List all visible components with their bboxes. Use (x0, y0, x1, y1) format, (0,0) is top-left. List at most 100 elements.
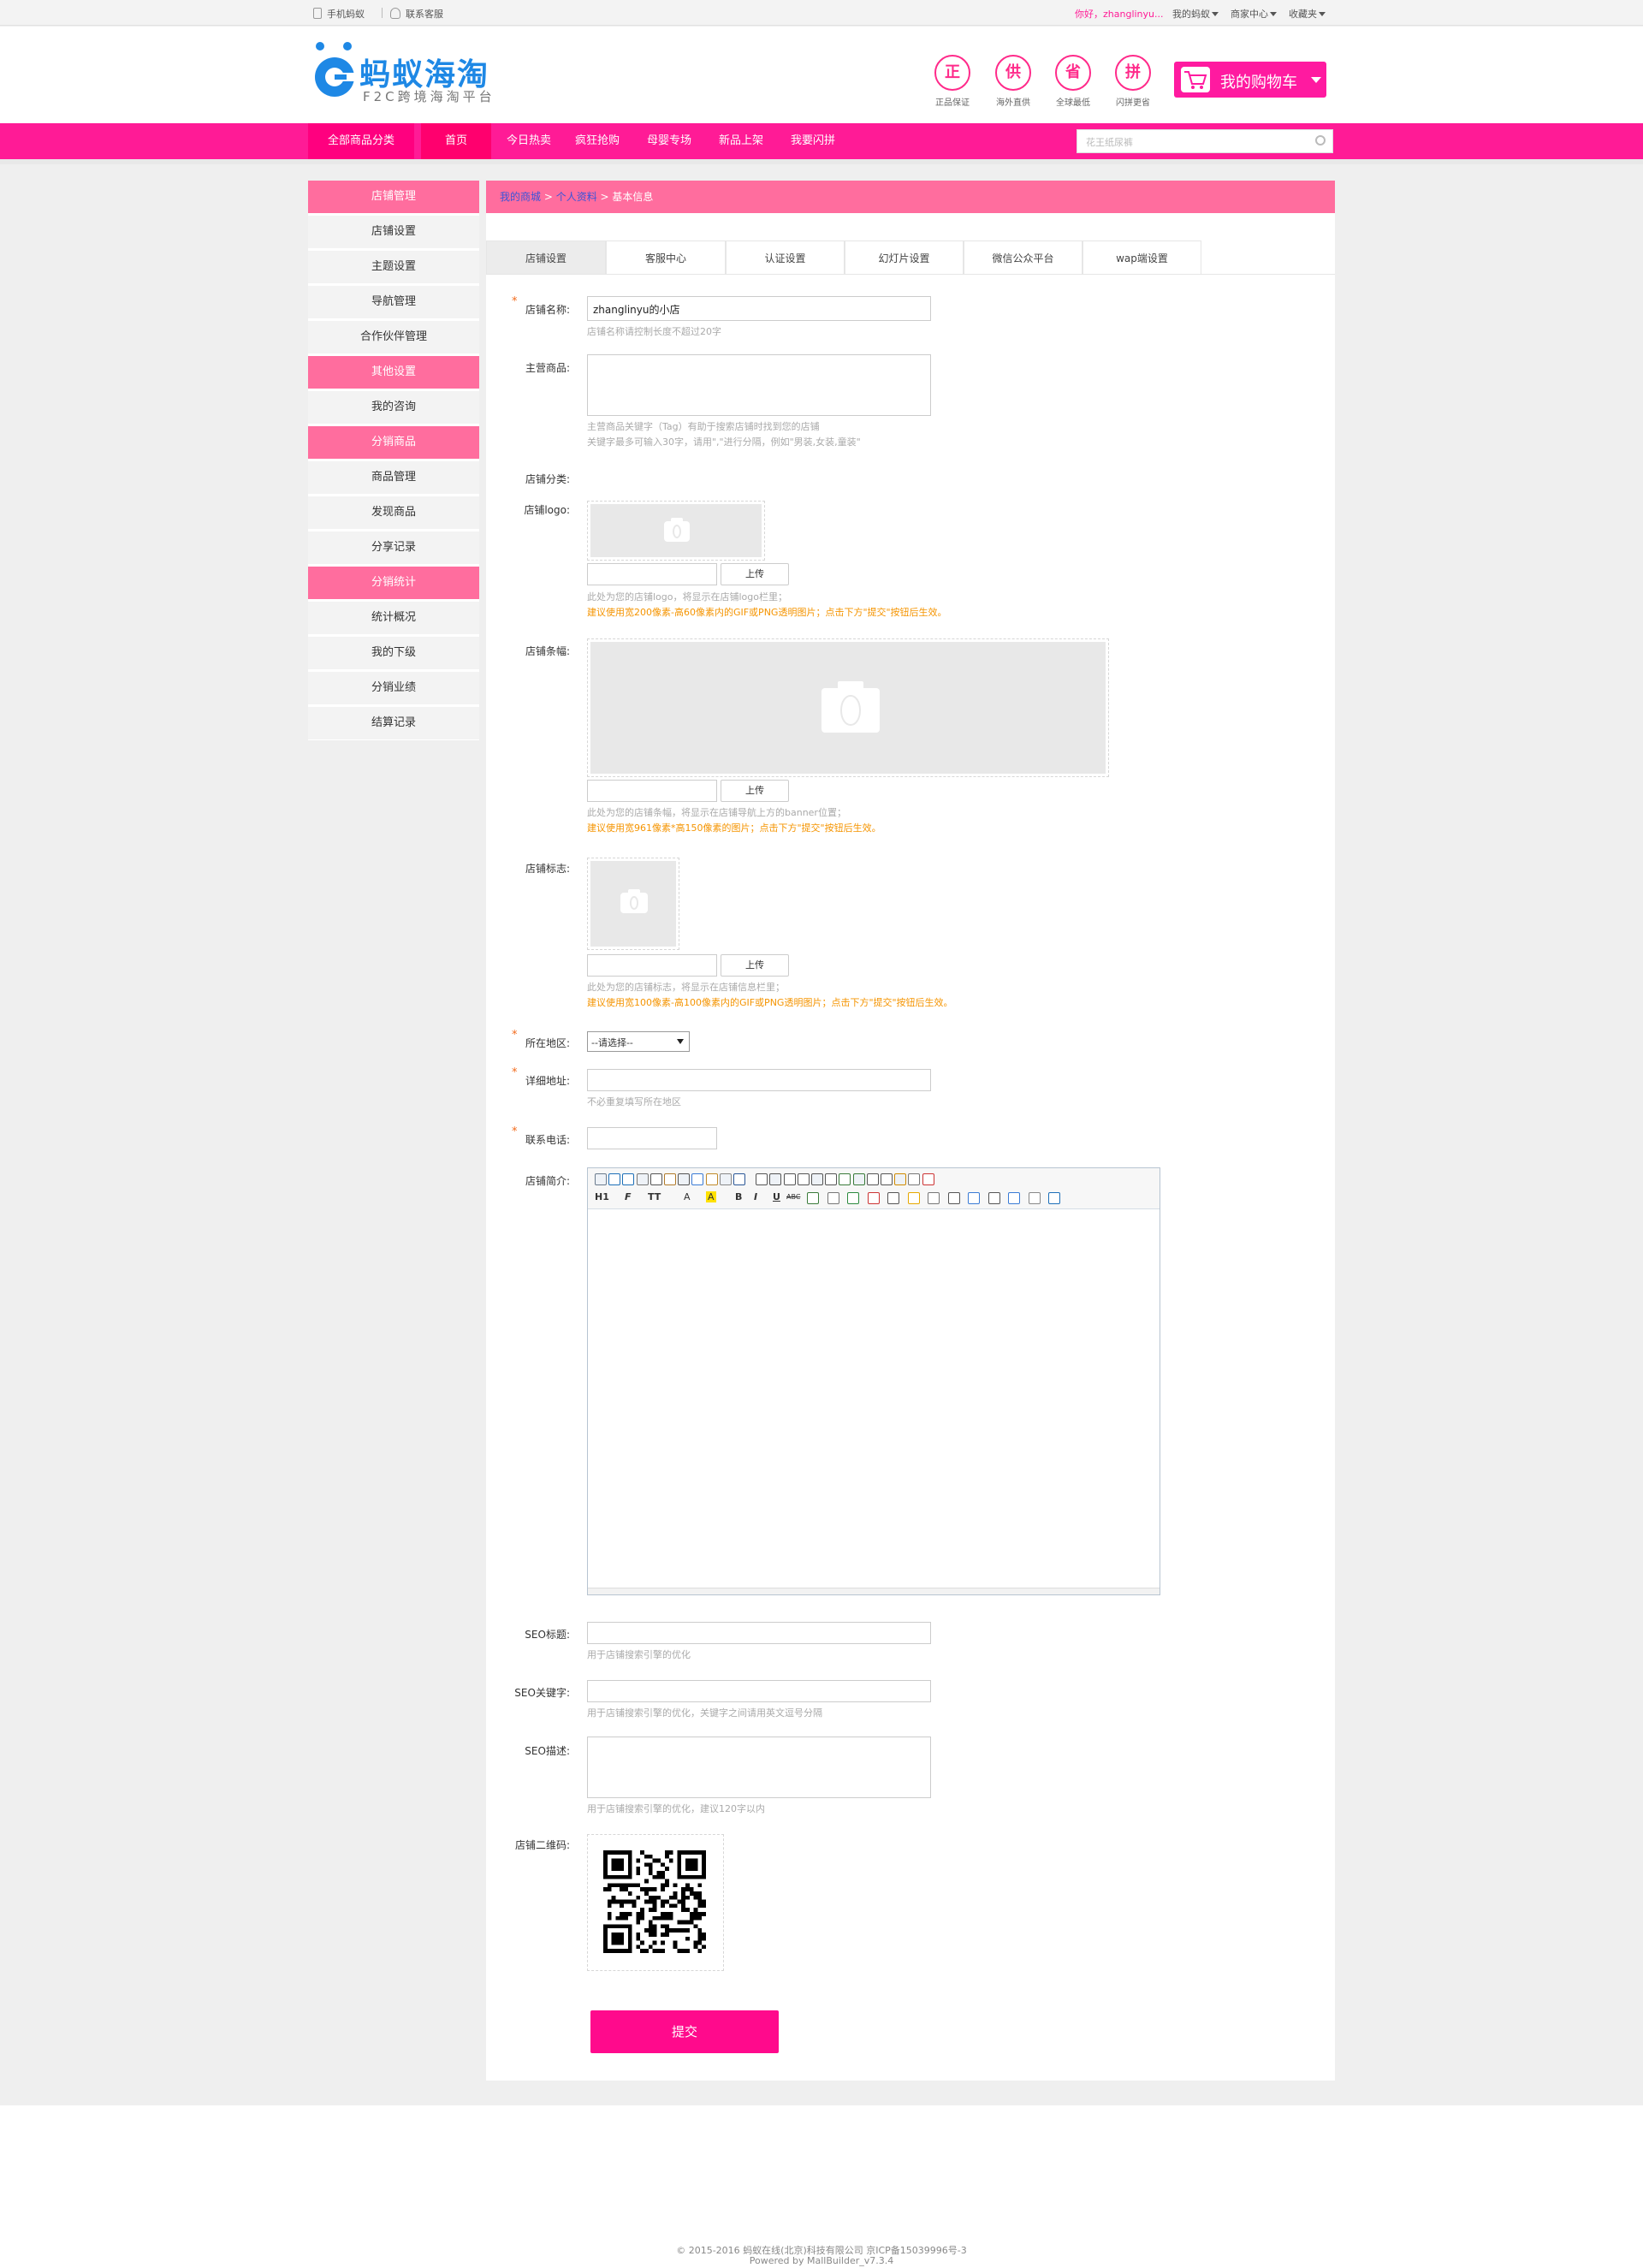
media-icon[interactable] (887, 1192, 899, 1204)
logo-file-field[interactable] (587, 563, 717, 585)
justify-icon[interactable] (797, 1173, 810, 1185)
sidebar-item[interactable]: 导航管理 (308, 286, 479, 318)
breadcrumb-home[interactable]: 我的商城 (500, 191, 541, 203)
tab-service-center[interactable]: 客服中心 (606, 240, 726, 275)
link-icon[interactable] (1008, 1192, 1020, 1204)
image-icon[interactable] (847, 1192, 859, 1204)
source-icon[interactable] (595, 1173, 607, 1185)
logo-icon[interactable] (311, 39, 358, 104)
select-all-icon[interactable] (908, 1173, 921, 1185)
redo-icon[interactable] (622, 1173, 635, 1185)
clear-format-icon[interactable] (894, 1173, 907, 1185)
table-icon[interactable] (807, 1192, 819, 1204)
special-char-icon[interactable] (928, 1192, 940, 1204)
cut-icon[interactable] (678, 1173, 691, 1185)
preview-icon[interactable] (636, 1173, 649, 1185)
sign-file-field[interactable] (587, 954, 717, 977)
sidebar-item[interactable]: 我的咨询 (308, 391, 479, 424)
align-left-icon[interactable] (756, 1173, 768, 1185)
nav-flash-sale[interactable]: 疯狂抢购 (568, 123, 626, 159)
bullet-list-icon[interactable] (825, 1173, 838, 1185)
nav-group-buy[interactable]: 我要闪拼 (784, 123, 842, 159)
print-icon[interactable] (649, 1173, 662, 1185)
nav-hot-today[interactable]: 今日热卖 (500, 123, 558, 159)
page-break-icon[interactable] (947, 1192, 960, 1204)
align-center-icon[interactable] (769, 1173, 782, 1185)
address-field[interactable] (587, 1069, 931, 1091)
greeting-link[interactable]: 你好，zhanglinyu... (1075, 7, 1164, 21)
seo-title-field[interactable] (587, 1622, 931, 1644)
about-icon[interactable] (1048, 1192, 1060, 1204)
paste-word-icon[interactable] (733, 1173, 745, 1185)
sidebar-item[interactable]: 结算记录 (308, 707, 479, 739)
rich-text-editor[interactable]: H1 F TT A A B I U ABC (587, 1167, 1160, 1595)
cart-button[interactable]: 我的购物车 (1174, 62, 1326, 98)
tab-slideshow[interactable]: 幻灯片设置 (845, 240, 964, 275)
bold-button[interactable]: B (735, 1191, 742, 1202)
italic-button[interactable]: I (754, 1191, 757, 1202)
phone-field[interactable] (587, 1127, 717, 1149)
region-select[interactable]: --请选择-- (587, 1031, 690, 1052)
anchor-icon[interactable] (988, 1192, 1000, 1204)
underline-button[interactable]: U (773, 1191, 780, 1202)
flash-icon[interactable] (867, 1192, 880, 1204)
tab-shop-settings[interactable]: 店铺设置 (486, 240, 606, 275)
logo-upload-button[interactable]: 上传 (721, 563, 789, 585)
copy-icon[interactable] (691, 1173, 704, 1185)
sidebar-item[interactable]: 分销业绩 (308, 672, 479, 704)
breadcrumb-profile[interactable]: 个人资料 (556, 191, 597, 203)
heading-button[interactable]: H1 (595, 1191, 609, 1202)
font-family-button[interactable]: F (625, 1191, 632, 1202)
sidebar-item[interactable]: 我的下级 (308, 637, 479, 669)
banner-file-field[interactable] (587, 780, 717, 802)
nav-baby[interactable]: 母婴专场 (640, 123, 698, 159)
ordered-list-icon[interactable] (811, 1173, 823, 1185)
sidebar-item[interactable]: 合作伙伴管理 (308, 321, 479, 353)
strikethrough-button[interactable]: ABC (786, 1193, 800, 1201)
sidebar-item[interactable]: 发现商品 (308, 496, 479, 529)
font-size-button[interactable]: TT (648, 1191, 661, 1202)
tab-verification[interactable]: 认证设置 (726, 240, 845, 275)
editor-resize-handle[interactable] (588, 1588, 1160, 1594)
outdent-icon[interactable] (852, 1173, 865, 1185)
mobile-link[interactable]: 手机蚂蚁 (313, 7, 365, 21)
banner-upload-button[interactable]: 上传 (721, 780, 789, 802)
sidebar-item[interactable]: 统计概况 (308, 602, 479, 634)
subscript-icon[interactable] (866, 1173, 879, 1185)
paste-icon[interactable] (705, 1173, 718, 1185)
favorites-menu[interactable]: 收藏夹 (1289, 7, 1326, 21)
highlight-button[interactable]: A (706, 1191, 716, 1202)
merchant-center-menu[interactable]: 商家中心 (1231, 7, 1277, 21)
search-input[interactable]: 花王纸尿裤 (1077, 129, 1333, 153)
search-icon[interactable] (1315, 135, 1326, 145)
tab-wechat[interactable]: 微信公众平台 (964, 240, 1082, 275)
emoticon-icon[interactable] (907, 1192, 920, 1204)
paste-text-icon[interactable] (719, 1173, 732, 1185)
align-right-icon[interactable] (783, 1173, 796, 1185)
sign-upload-button[interactable]: 上传 (721, 954, 789, 977)
map-icon[interactable] (968, 1192, 980, 1204)
submit-button[interactable]: 提交 (590, 2010, 779, 2053)
fullscreen-icon[interactable] (922, 1173, 934, 1185)
sidebar-item[interactable]: 商品管理 (308, 461, 479, 494)
tab-wap[interactable]: wap端设置 (1082, 240, 1201, 275)
unlink-icon[interactable] (1028, 1192, 1041, 1204)
superscript-icon[interactable] (881, 1173, 893, 1185)
service-link[interactable]: 联系客服 (390, 7, 443, 21)
main-goods-field[interactable] (587, 354, 931, 416)
sidebar-item[interactable]: 店铺设置 (308, 216, 479, 248)
sidebar-item[interactable]: 分享记录 (308, 531, 479, 564)
indent-icon[interactable] (839, 1173, 851, 1185)
all-categories[interactable]: 全部商品分类 (308, 123, 414, 159)
seo-desc-field[interactable] (587, 1737, 931, 1798)
shop-name-field[interactable]: zhanglinyu的小店 (587, 296, 931, 321)
horizontal-rule-icon[interactable] (827, 1192, 839, 1204)
my-ant-menu[interactable]: 我的蚂蚁 (1172, 7, 1219, 21)
sidebar-item[interactable]: 主题设置 (308, 251, 479, 283)
nav-home[interactable]: 首页 (421, 123, 491, 159)
template-icon[interactable] (664, 1173, 676, 1185)
seo-keywords-field[interactable] (587, 1680, 931, 1702)
nav-new-arrivals[interactable]: 新品上架 (712, 123, 770, 159)
undo-icon[interactable] (608, 1173, 621, 1185)
font-color-button[interactable]: A (684, 1191, 691, 1202)
